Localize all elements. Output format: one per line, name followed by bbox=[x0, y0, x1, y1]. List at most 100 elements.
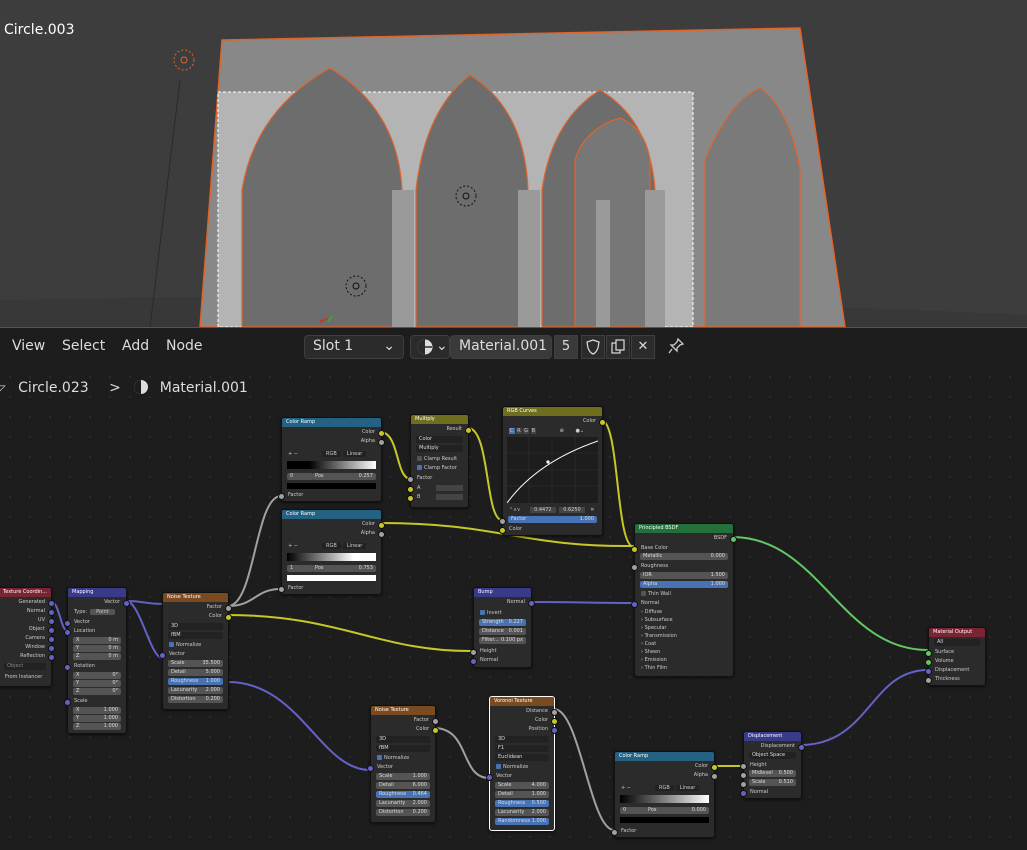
input-socket[interactable] bbox=[64, 620, 71, 627]
roughness-field[interactable]: Roughness 0.500 bbox=[495, 800, 549, 807]
space-dropdown[interactable]: Object Space bbox=[749, 752, 796, 759]
detail-field[interactable]: Detail 5.000 bbox=[168, 669, 223, 676]
scale-x-field[interactable]: X 1.000 bbox=[73, 707, 121, 714]
3d-viewport[interactable]: Circle.003 bbox=[0, 0, 1027, 327]
stop-pos-field[interactable]: Pos 0.753 bbox=[312, 565, 376, 572]
noise-type-dropdown[interactable]: fBM bbox=[376, 745, 430, 752]
color-ramp-gradient[interactable] bbox=[287, 553, 376, 561]
node-mix-multiply[interactable]: Multiply Result Color Multiply Clamp Res… bbox=[407, 414, 472, 508]
input-socket[interactable] bbox=[159, 652, 166, 659]
add-stop-button[interactable]: + bbox=[621, 785, 625, 791]
node-color-ramp-3[interactable]: Color Ramp Color Alpha + − RGB Linear 0 Po… bbox=[611, 751, 718, 838]
shader-node-editor[interactable]: View Select Add Node Slot 1 ⌄ ⌄ Material… bbox=[0, 327, 1027, 850]
location-z-field[interactable]: Z 0 m bbox=[73, 653, 121, 660]
scale-y-field[interactable]: Y 1.000 bbox=[73, 715, 121, 722]
location-y-field[interactable]: Y 0 m bbox=[73, 645, 121, 652]
stop-index-field[interactable]: 0 bbox=[287, 473, 313, 480]
node-color-ramp-1[interactable]: Color Ramp Color Alpha + − RGB Linear 0 Po… bbox=[278, 417, 385, 502]
lacunarity-field[interactable]: Lacunarity 2.000 bbox=[495, 809, 549, 816]
feature-dropdown[interactable]: F1 bbox=[495, 745, 549, 752]
color-mode-dropdown[interactable]: RGB bbox=[322, 451, 341, 457]
clamp-factor-checkbox[interactable]: Clamp Factor bbox=[411, 464, 468, 472]
channel-r-tab[interactable]: R bbox=[516, 428, 522, 434]
roughness-field[interactable]: Roughness 0.464 bbox=[376, 791, 430, 798]
lacunarity-field[interactable]: Lacunarity 2.000 bbox=[168, 687, 223, 694]
input-socket[interactable] bbox=[740, 772, 747, 779]
scale-field[interactable]: Scale 4.000 bbox=[495, 782, 549, 789]
input-socket[interactable] bbox=[499, 518, 506, 525]
thin-wall-checkbox[interactable]: Thin Wall bbox=[635, 590, 733, 598]
rotation-y-field[interactable]: Y 0° bbox=[73, 680, 121, 687]
scale-z-field[interactable]: Z 1.000 bbox=[73, 723, 121, 730]
rotation-x-field[interactable]: X 0° bbox=[73, 672, 121, 679]
target-dropdown[interactable]: All bbox=[934, 639, 980, 646]
output-socket[interactable] bbox=[432, 718, 439, 725]
channel-g-tab[interactable]: G bbox=[523, 428, 530, 434]
point-x-field[interactable]: 0.4472 bbox=[530, 507, 556, 513]
curve-graph[interactable] bbox=[507, 437, 598, 503]
node-bump[interactable]: Bump Normal Invert Strength 0.227 Distanc… bbox=[470, 587, 535, 668]
settings-icon[interactable]: ●⌄ bbox=[575, 428, 584, 434]
input-socket[interactable] bbox=[486, 774, 493, 781]
dimensions-dropdown[interactable]: 3D bbox=[495, 736, 549, 743]
ior-field[interactable]: IOR 1.500 bbox=[640, 572, 728, 579]
input-socket[interactable] bbox=[407, 476, 414, 483]
interpolation-dropdown[interactable]: Linear bbox=[342, 451, 367, 457]
filter-width-field[interactable]: Filter... 0.100 px bbox=[479, 637, 526, 644]
color-mode-dropdown[interactable]: RGB bbox=[655, 785, 674, 791]
remove-stop-button[interactable]: − bbox=[294, 543, 298, 549]
output-socket[interactable] bbox=[48, 645, 55, 652]
normalize-checkbox[interactable]: Normalize bbox=[490, 763, 554, 771]
scale-field[interactable]: Scale 0.510 bbox=[749, 779, 796, 786]
output-socket[interactable] bbox=[378, 531, 385, 538]
type-dropdown[interactable]: Point bbox=[90, 609, 115, 615]
node-mapping[interactable]: Mapping Vector Type: Point Vector Locatio… bbox=[64, 587, 130, 734]
distortion-field[interactable]: Distortion 0.200 bbox=[168, 696, 223, 703]
output-socket[interactable] bbox=[378, 430, 385, 437]
output-socket[interactable] bbox=[48, 654, 55, 661]
factor-field[interactable]: Factor 1.000 bbox=[508, 516, 597, 523]
node-color-ramp-2[interactable]: Color Ramp Color Alpha + − RGB Linear 1 Po… bbox=[278, 509, 385, 595]
input-socket[interactable] bbox=[278, 586, 285, 593]
panel-thin-film[interactable]: › Thin Film bbox=[635, 664, 733, 672]
input-socket[interactable] bbox=[925, 668, 932, 675]
point-y-field[interactable]: 0.6250 bbox=[559, 507, 585, 513]
color-ramp-gradient[interactable] bbox=[287, 461, 376, 469]
detail-field[interactable]: Detail 1.000 bbox=[495, 791, 549, 798]
output-socket[interactable] bbox=[599, 419, 606, 426]
strength-field[interactable]: Strength 0.227 bbox=[479, 619, 526, 626]
output-socket[interactable] bbox=[432, 727, 439, 734]
node-voronoi-texture[interactable]: Voronoi Texture Distance Color Position … bbox=[486, 696, 558, 831]
output-socket[interactable] bbox=[551, 709, 558, 716]
node-texture-coordinate[interactable]: Texture Coordin... Generated Normal UV O… bbox=[0, 587, 55, 687]
normalize-checkbox[interactable]: Normalize bbox=[163, 641, 228, 649]
invert-checkbox[interactable]: Invert bbox=[474, 609, 531, 617]
input-socket[interactable] bbox=[740, 790, 747, 797]
output-socket[interactable] bbox=[48, 636, 55, 643]
channel-c-tab[interactable]: C bbox=[509, 428, 515, 434]
interpolation-dropdown[interactable]: Linear bbox=[342, 543, 367, 549]
output-socket[interactable] bbox=[123, 600, 130, 607]
panel-specular[interactable]: › Specular bbox=[635, 624, 733, 632]
output-socket[interactable] bbox=[798, 744, 805, 751]
delete-point-icon[interactable]: ✕ bbox=[590, 507, 594, 513]
roughness-field[interactable]: Roughness 1.000 bbox=[168, 678, 223, 685]
distance-metric-dropdown[interactable]: Euclidean bbox=[495, 754, 549, 761]
output-socket[interactable] bbox=[225, 605, 232, 612]
add-stop-button[interactable]: + bbox=[288, 451, 292, 457]
output-socket[interactable] bbox=[551, 727, 558, 734]
metallic-field[interactable]: Metallic 0.000 bbox=[640, 553, 728, 560]
stop-index-field[interactable]: 0 bbox=[620, 807, 646, 814]
panel-sheen[interactable]: › Sheen bbox=[635, 648, 733, 656]
clamp-result-checkbox[interactable]: Clamp Result bbox=[411, 455, 468, 463]
rotation-z-field[interactable]: Z 0° bbox=[73, 688, 121, 695]
output-socket[interactable] bbox=[48, 600, 55, 607]
input-socket[interactable] bbox=[470, 658, 477, 665]
panel-coat[interactable]: › Coat bbox=[635, 640, 733, 648]
channel-b-tab[interactable]: B bbox=[530, 428, 537, 434]
node-principled-bsdf[interactable]: Principled BSDF BSDF Base Color Metallic… bbox=[631, 523, 737, 677]
scale-field[interactable]: Scale 1.000 bbox=[376, 773, 430, 780]
node-material-output[interactable]: Material Output All Surface Volume Displ… bbox=[925, 627, 986, 686]
input-socket[interactable] bbox=[925, 677, 932, 684]
interpolation-dropdown[interactable]: Linear bbox=[675, 785, 700, 791]
